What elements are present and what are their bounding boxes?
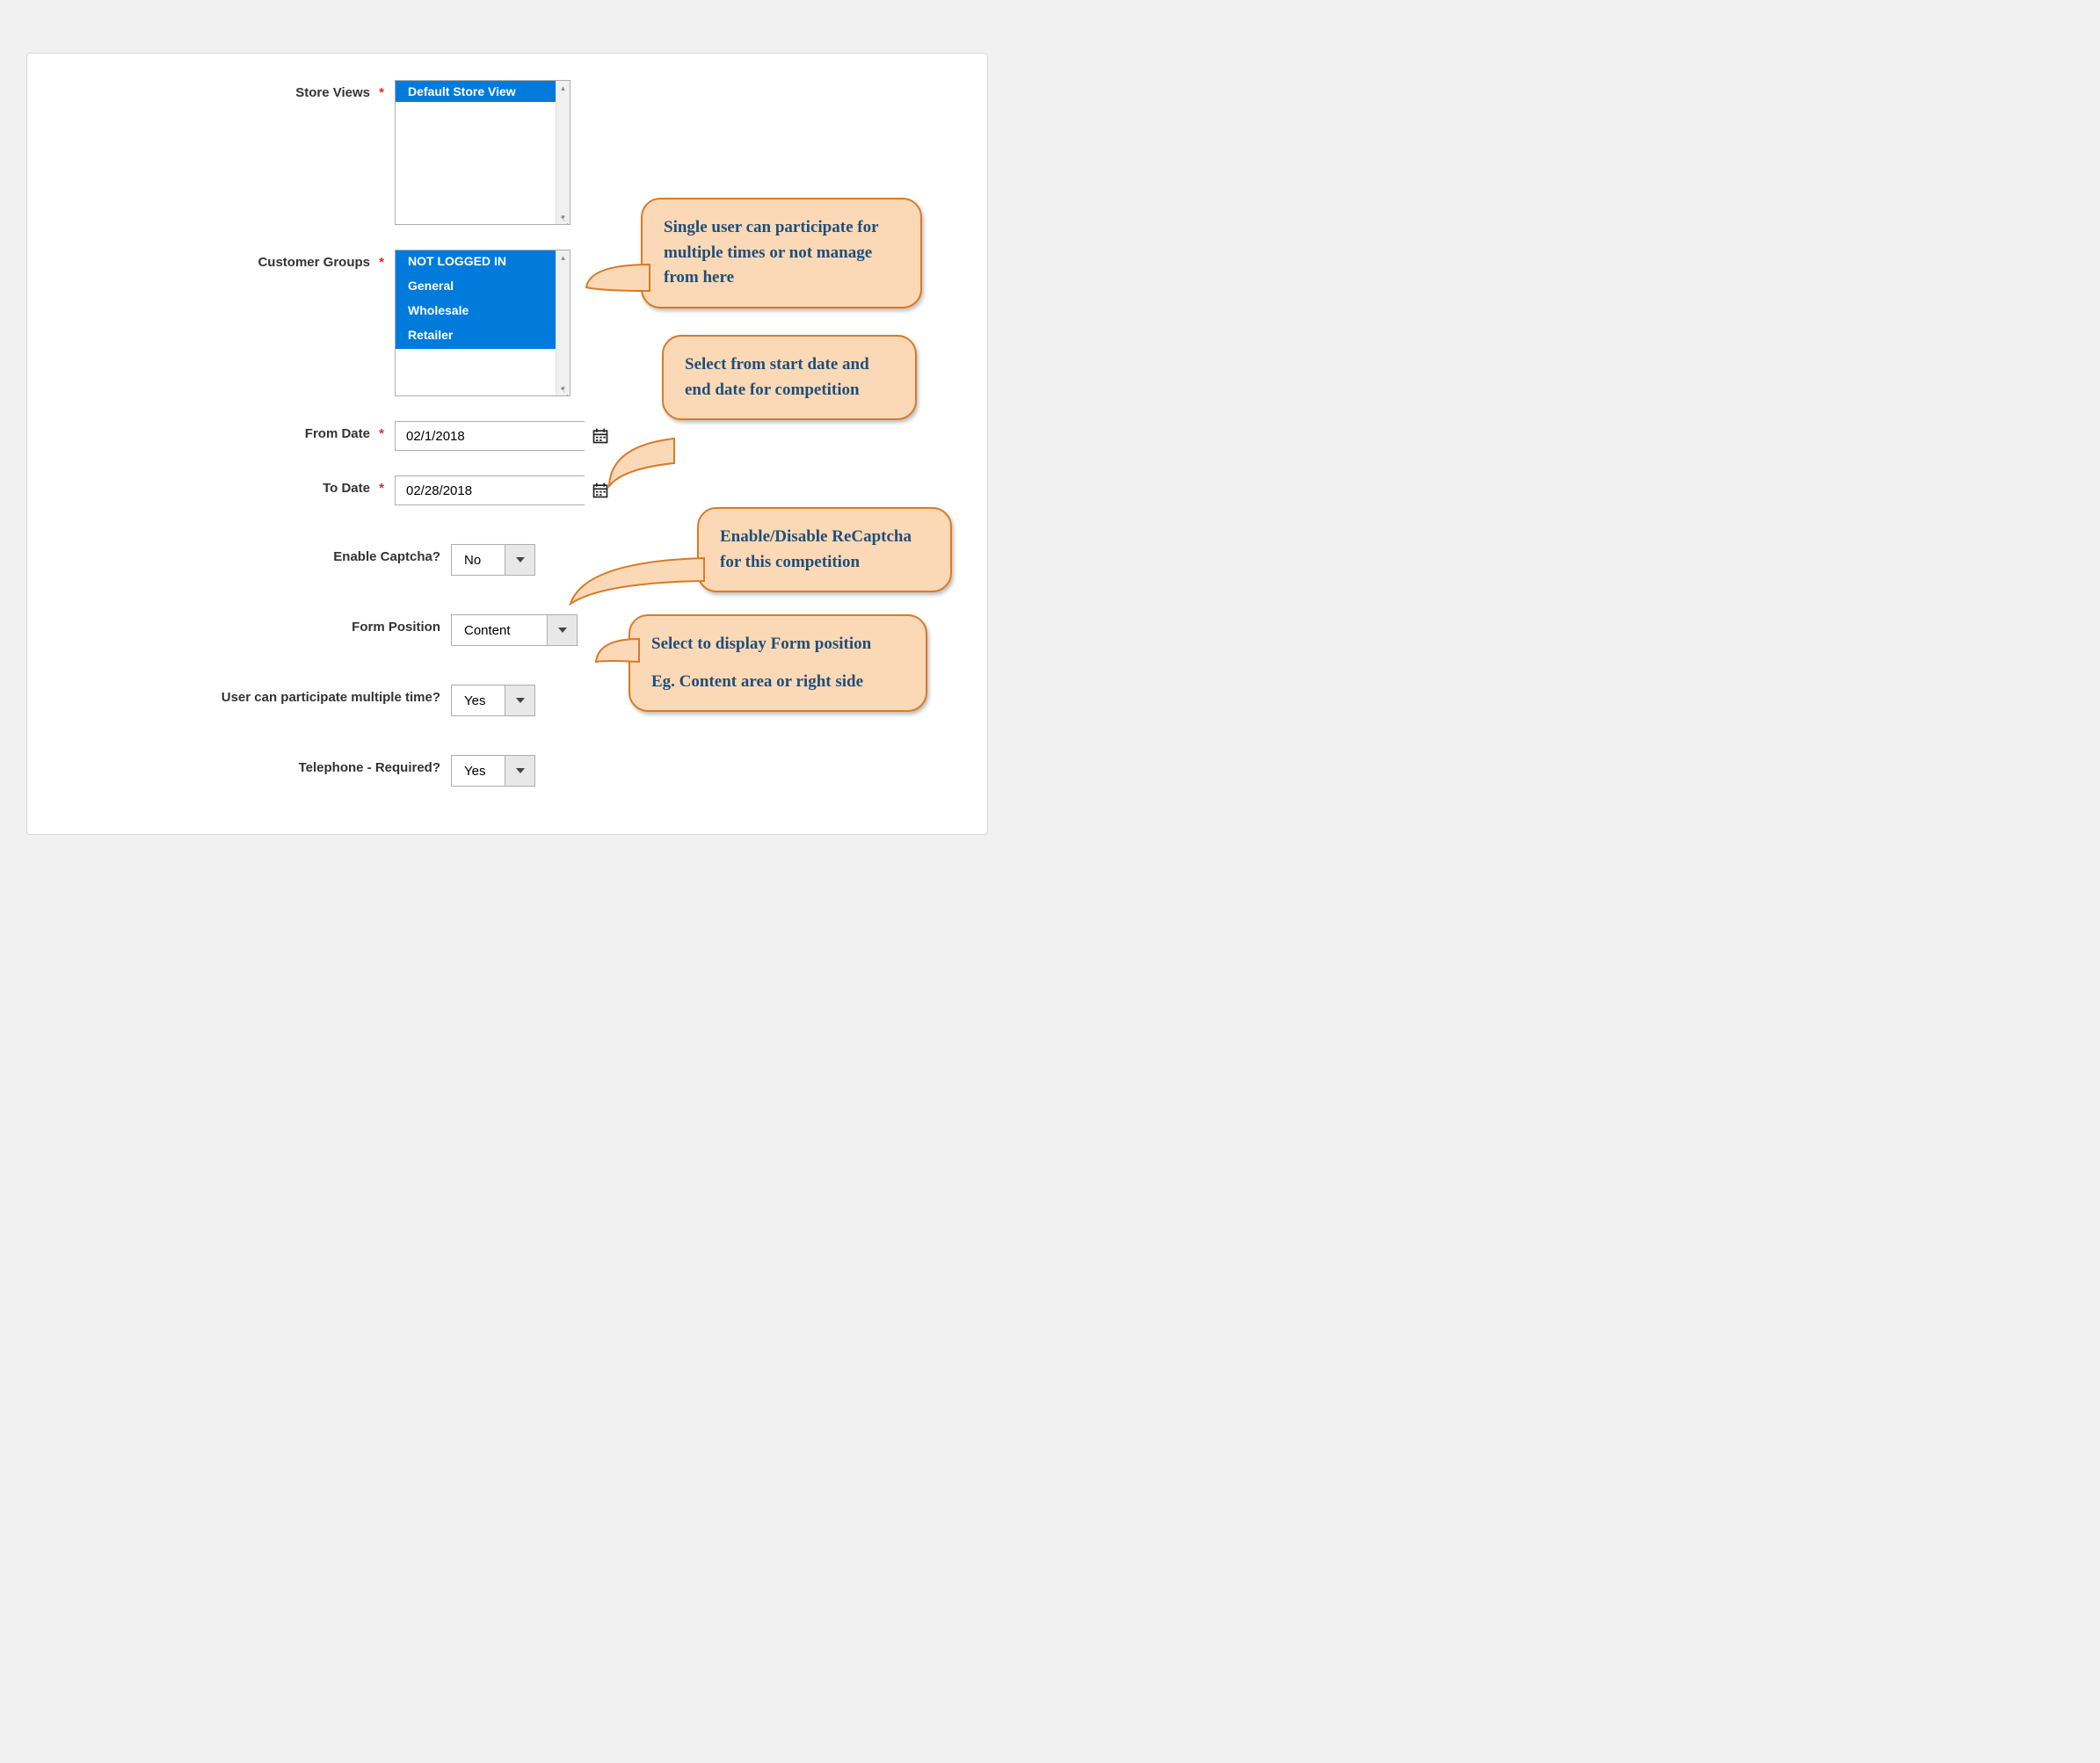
required-mark: * xyxy=(379,85,384,100)
store-views-select[interactable]: Default Store View ▴ ▾ xyxy=(395,80,570,225)
label-from-date: From Date * xyxy=(27,421,395,441)
customer-groups-select[interactable]: NOT LOGGED IN General Wholesale Retailer… xyxy=(395,250,570,396)
form-panel: Store Views * Default Store View ▴ ▾ Cus… xyxy=(26,53,988,835)
select-value: Content xyxy=(452,615,547,645)
required-mark: * xyxy=(379,426,384,441)
callout-text: Eg. Content area or right side xyxy=(651,670,905,695)
label-text: Telephone - Required? xyxy=(299,760,440,775)
scroll-up-icon: ▴ xyxy=(556,81,570,95)
list-item[interactable]: Wholesale xyxy=(396,300,556,324)
scrollbar[interactable]: ▴ ▾ xyxy=(556,250,570,395)
label-telephone-required: Telephone - Required? xyxy=(27,755,451,775)
callout-recaptcha: Enable/Disable ReCaptcha for this compet… xyxy=(697,507,952,592)
label-customer-groups: Customer Groups * xyxy=(27,250,395,270)
multi-participate-select[interactable]: Yes xyxy=(451,685,535,716)
label-text: Form Position xyxy=(352,620,440,635)
select-value: Yes xyxy=(452,756,505,786)
list-item[interactable]: General xyxy=(396,275,556,300)
required-mark: * xyxy=(379,255,384,270)
callout-text: Select to display Form position xyxy=(651,632,905,657)
select-value: No xyxy=(452,545,505,575)
required-mark: * xyxy=(379,481,384,496)
scroll-up-icon: ▴ xyxy=(556,250,570,265)
form-position-select[interactable]: Content xyxy=(451,614,578,646)
chevron-down-icon xyxy=(505,545,534,575)
callout-form-position: Select to display Form position Eg. Cont… xyxy=(629,614,927,712)
list-item[interactable]: NOT LOGGED IN xyxy=(396,250,556,275)
from-date-input[interactable] xyxy=(396,422,592,450)
telephone-required-select[interactable]: Yes xyxy=(451,755,535,787)
enable-captcha-select[interactable]: No xyxy=(451,544,535,576)
from-date-field xyxy=(395,421,585,451)
to-date-input[interactable] xyxy=(396,476,592,504)
label-form-position: Form Position xyxy=(27,614,451,635)
label-text: Enable Captcha? xyxy=(333,549,440,564)
callout-date-select: Select from start date and end date for … xyxy=(662,335,917,420)
label-text: Store Views xyxy=(295,85,370,100)
select-value: Yes xyxy=(452,686,505,715)
scroll-down-icon: ▾ xyxy=(556,210,570,224)
row-from-date: From Date * xyxy=(27,421,987,451)
label-text: From Date xyxy=(305,426,370,441)
label-to-date: To Date * xyxy=(27,475,395,496)
row-to-date: To Date * xyxy=(27,475,987,505)
callout-text: Single user can participate for multiple… xyxy=(664,218,878,287)
list-item[interactable]: Default Store View xyxy=(396,81,556,102)
label-store-views: Store Views * xyxy=(27,80,395,100)
label-enable-captcha: Enable Captcha? xyxy=(27,544,451,564)
label-text: To Date xyxy=(323,481,370,496)
chevron-down-icon xyxy=(547,615,577,645)
callout-text: Enable/Disable ReCaptcha for this compet… xyxy=(720,527,912,571)
row-telephone-required: Telephone - Required? Yes xyxy=(27,755,987,787)
chevron-down-icon xyxy=(505,686,534,715)
scrollbar[interactable]: ▴ ▾ xyxy=(556,81,570,224)
label-multi-participate: User can participate multiple time? xyxy=(27,685,451,705)
scroll-down-icon: ▾ xyxy=(556,381,570,395)
to-date-field xyxy=(395,475,585,505)
callout-multi-user: Single user can participate for multiple… xyxy=(641,198,922,308)
label-text: User can participate multiple time? xyxy=(222,690,440,705)
callout-text: Select from start date and end date for … xyxy=(685,355,869,399)
chevron-down-icon xyxy=(505,756,534,786)
label-text: Customer Groups xyxy=(258,255,370,270)
list-item[interactable]: Retailer xyxy=(396,324,556,349)
